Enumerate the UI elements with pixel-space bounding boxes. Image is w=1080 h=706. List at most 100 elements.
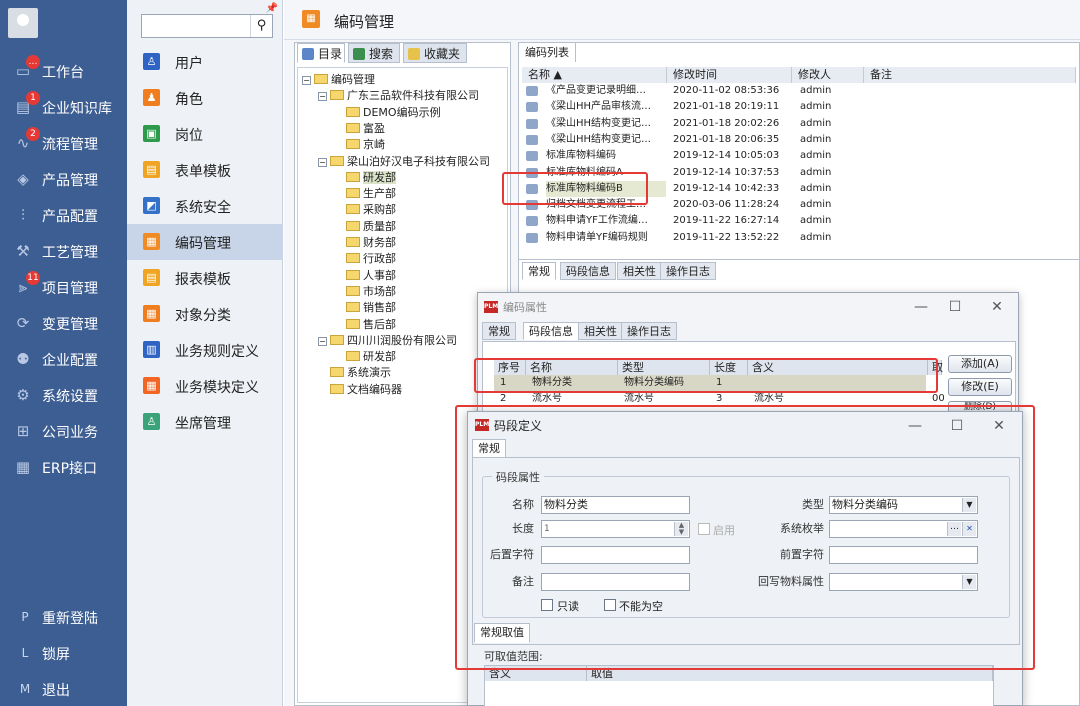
tab-segment-info[interactable]: 码段信息 [560, 262, 616, 280]
nav-item[interactable]: ◈ 产品管理 [0, 162, 127, 196]
tree-node[interactable]: − 编码管理 [302, 72, 375, 88]
suffix-input[interactable] [541, 546, 690, 564]
collapse-toggle-icon[interactable]: − [302, 76, 311, 85]
tree-node[interactable]: 京崎 [346, 137, 385, 153]
tab-operation-log[interactable]: 操作日志 [660, 262, 716, 280]
tab-relations[interactable]: 相关性 [578, 322, 623, 340]
tab-general[interactable]: 常规 [522, 262, 556, 280]
tree-node[interactable]: 财务部 [346, 235, 396, 251]
sidebar-item[interactable]: ▣ 岗位 [127, 116, 283, 152]
tab-general[interactable]: 常规 [482, 322, 516, 340]
col-seq[interactable]: 序号 [494, 360, 526, 375]
tree-node[interactable]: 生产部 [346, 186, 396, 202]
table-row[interactable]: 《梁山HH结构变更记… 2021-01-18 20:06:35 admin [522, 132, 1078, 148]
nav-item[interactable]: ⚉ 企业配置 [0, 342, 127, 376]
notnull-checkbox[interactable] [604, 599, 616, 611]
col-meaning[interactable]: 含义 [748, 360, 928, 375]
tree-node[interactable]: 研发部 [346, 349, 396, 365]
col-modified-time[interactable]: 修改时间 [667, 67, 792, 83]
nav-item[interactable]: ⫸ 项目管理 11 [0, 270, 127, 304]
add-button[interactable]: 添加(A) [948, 355, 1012, 373]
chevron-down-icon[interactable]: ▼ [962, 498, 976, 512]
tree-node[interactable]: − 四川川润股份有限公司 [318, 333, 457, 349]
col-name[interactable]: 名称 [526, 360, 618, 375]
col-value[interactable]: 取 [928, 360, 943, 375]
tree-node[interactable]: 销售部 [346, 300, 396, 316]
maximize-button[interactable]: ☐ [942, 412, 972, 440]
table-row[interactable]: 物料申请单YF编码规则 2019-11-22 13:52:22 admin [522, 230, 1078, 246]
clear-icon[interactable]: ✕ [962, 522, 976, 536]
prefix-input[interactable] [829, 546, 978, 564]
edit-button[interactable]: 修改(E) [948, 378, 1012, 396]
tab-code-list[interactable]: 编码列表 [518, 42, 576, 62]
readonly-checkbox[interactable] [541, 599, 553, 611]
maximize-button[interactable]: ☐ [940, 293, 970, 321]
sidebar-item[interactable]: ♟ 角色 [127, 80, 283, 116]
tree-node[interactable]: 行政部 [346, 251, 396, 267]
tree-node[interactable]: − 梁山泊好汉电子科技有限公司 [318, 154, 490, 170]
tab-value-range[interactable]: 常规取值 [474, 623, 530, 643]
table-row[interactable]: 物料申请YF工作流编… 2019-11-22 16:27:14 admin [522, 213, 1078, 229]
nav-item[interactable]: ⚙ 系统设置 [0, 378, 127, 412]
tree-node[interactable]: 文档编码器 [330, 382, 402, 398]
col-length[interactable]: 长度 [710, 360, 748, 375]
table-row[interactable]: 《梁山HH结构变更记… 2021-01-18 20:02:26 admin [522, 116, 1078, 132]
avatar[interactable] [8, 8, 38, 38]
tree-node[interactable]: 富盈 [346, 121, 385, 137]
col-modified-by[interactable]: 修改人 [792, 67, 864, 83]
writeback-select[interactable]: ▼ [829, 573, 978, 591]
sidebar-item[interactable]: ▦ 编码管理 [127, 224, 283, 260]
minimize-button[interactable]: — [900, 412, 930, 440]
tree-node[interactable]: 研发部 [346, 170, 396, 186]
search-input[interactable]: ⚲ 📌 [141, 3, 278, 38]
pin-icon[interactable]: 📌 [266, 3, 278, 14]
table-row[interactable]: 归档文档变更流程工… 2020-03-06 11:28:24 admin [522, 197, 1078, 213]
col-type[interactable]: 类型 [618, 360, 710, 375]
length-stepper[interactable]: 1 ▲ ▼ [541, 520, 690, 538]
tree-node[interactable]: − 广东三品软件科技有限公司 [318, 88, 479, 104]
enable-checkbox[interactable] [698, 523, 710, 535]
tab-segment-info[interactable]: 码段信息 [523, 322, 579, 340]
search-icon[interactable]: ⚲ [250, 15, 272, 37]
nav-action[interactable]: P 重新登陆 [0, 600, 127, 634]
col-name[interactable]: 名称 ▲ [522, 67, 667, 83]
tree-node[interactable]: 售后部 [346, 317, 396, 333]
tab-directory[interactable]: 目录 [297, 43, 345, 63]
enum-input[interactable]: … ✕ [829, 520, 978, 538]
col-remark[interactable]: 备注 [864, 67, 1076, 83]
table-row[interactable]: 《梁山HH产品审核流… 2021-01-18 20:19:11 admin [522, 99, 1078, 115]
collapse-toggle-icon[interactable]: − [318, 92, 327, 102]
sidebar-item[interactable]: ▤ 报表模板 [127, 260, 283, 296]
nav-item[interactable]: ▭ 工作台… [0, 54, 127, 88]
tree-node[interactable]: 采购部 [346, 202, 396, 218]
tab-favorites[interactable]: 收藏夹 [403, 43, 467, 63]
tab-operation-log[interactable]: 操作日志 [621, 322, 677, 340]
sidebar-item[interactable]: ◩ 系统安全 [127, 188, 283, 224]
nav-item[interactable]: ⫶ 产品配置 [0, 198, 127, 232]
table-row[interactable]: 《产品变更记录明细… 2020-11-02 08:53:36 admin [522, 83, 1078, 99]
nav-item[interactable]: ⟳ 变更管理 [0, 306, 127, 340]
sidebar-item[interactable]: ▦ 对象分类 [127, 296, 283, 332]
col-meaning[interactable]: 含义 [485, 666, 587, 681]
sidebar-item[interactable]: ▤ 表单模板 [127, 152, 283, 188]
collapse-toggle-icon[interactable]: − [318, 336, 327, 346]
sidebar-item[interactable]: ▥ 业务规则定义 [127, 332, 283, 368]
tab-search[interactable]: 搜索 [348, 43, 400, 63]
nav-action[interactable]: M 退出 [0, 672, 127, 706]
nav-item[interactable]: ▤ 企业知识库 1 [0, 90, 127, 124]
nav-item[interactable]: ▦ ERP接口 [0, 450, 127, 484]
table-row[interactable]: 标准库物料编码A 2019-12-14 10:37:53 admin [522, 165, 1078, 181]
nav-action[interactable]: L 锁屏 [0, 636, 127, 670]
tab-relations[interactable]: 相关性 [617, 262, 662, 280]
spinner-icon[interactable]: ▲ ▼ [674, 522, 688, 536]
table-row[interactable]: 标准库物料编码 2019-12-14 10:05:03 admin [522, 148, 1078, 164]
sidebar-item[interactable]: ♙ 用户 [127, 44, 283, 80]
nav-item[interactable]: ⊞ 公司业务 [0, 414, 127, 448]
tree-node[interactable]: DEMO编码示例 [346, 105, 441, 121]
tab-general[interactable]: 常规 [472, 439, 506, 458]
tree-node[interactable]: 市场部 [346, 284, 396, 300]
close-button[interactable]: ✕ [982, 293, 1012, 321]
more-icon[interactable]: … [947, 522, 961, 536]
sidebar-item[interactable]: ▦ 业务模块定义 [127, 368, 283, 404]
nav-item[interactable]: ⚒ 工艺管理 [0, 234, 127, 268]
